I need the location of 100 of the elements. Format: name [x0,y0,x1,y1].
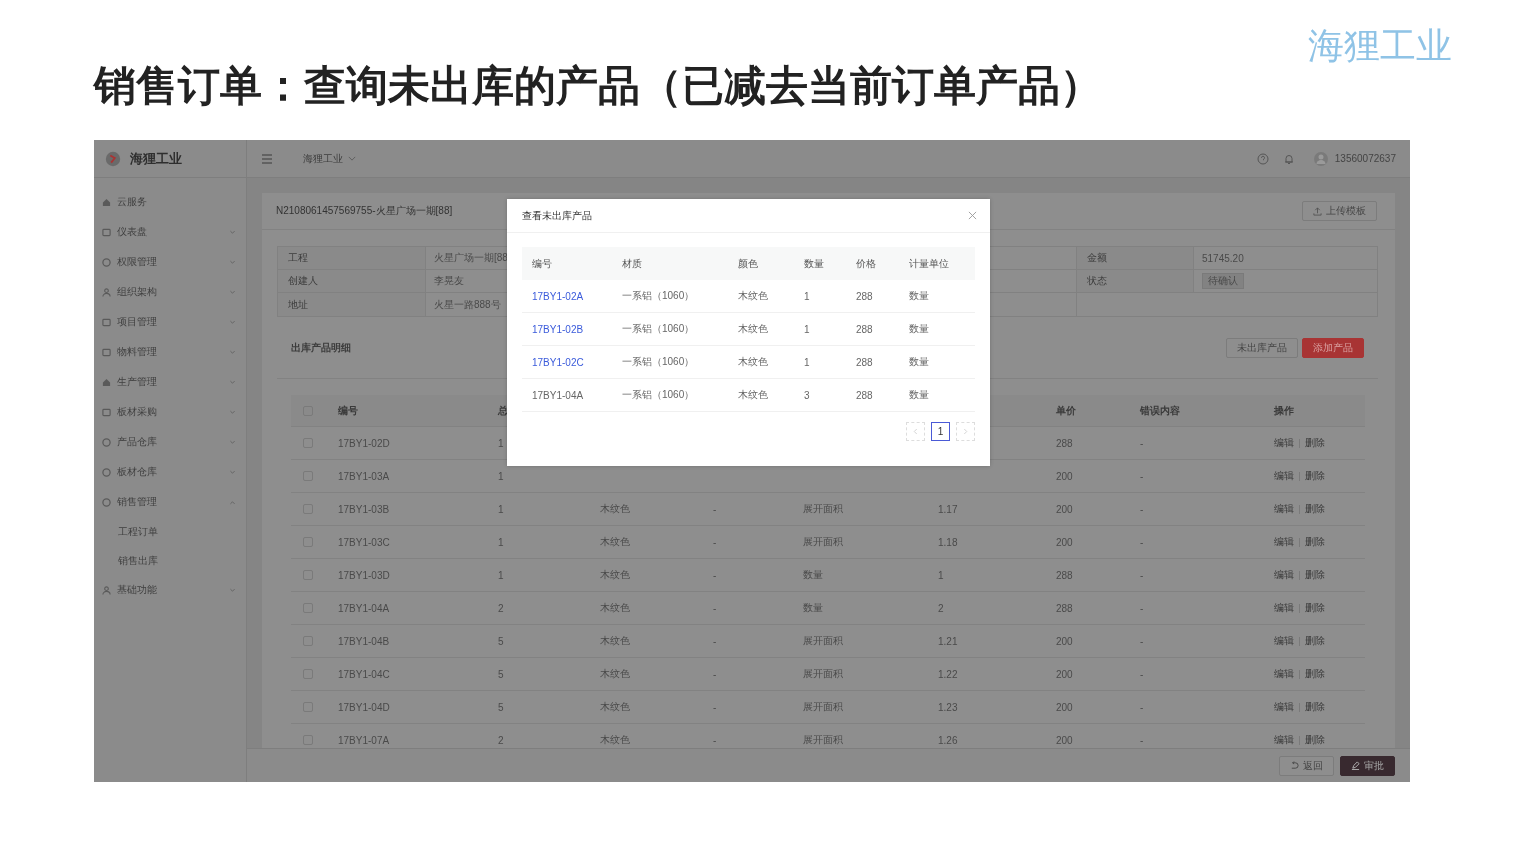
bell-icon[interactable] [1282,152,1295,165]
sidebar-item[interactable]: 云服务 [94,187,246,217]
table-cell: 200 [1056,635,1073,647]
table-cell: - [1140,569,1144,581]
sidebar-item[interactable]: 生产管理 [94,367,246,397]
product-code-link[interactable]: 17BY1-02C [532,356,584,368]
user-phone[interactable]: 13560072637 [1334,153,1396,164]
sidebar-item[interactable]: 组织架构 [94,277,246,307]
sidebar-item[interactable]: 基础功能 [94,575,246,605]
sidebar-item[interactable]: 板材仓库 [94,457,246,487]
back-button[interactable]: 返回 [1279,755,1334,776]
menu-icon[interactable] [261,153,273,164]
edit-link[interactable]: 编辑 [1274,502,1294,516]
table-cell: 200 [1056,470,1073,482]
product-code-link[interactable]: 17BY1-02B [532,323,584,335]
table-cell: - [1140,668,1144,680]
sidebar-item[interactable]: 板材采购 [94,397,246,427]
edit-link[interactable]: 编辑 [1274,634,1294,648]
sidebar-item[interactable]: 项目管理 [94,307,246,337]
chevron-down-icon [229,349,236,355]
table-cell: 2 [498,734,504,746]
delete-link[interactable]: 删除 [1305,634,1325,648]
table-cell: 17BY1-03D [338,569,390,581]
edit-link[interactable]: 编辑 [1274,667,1294,681]
help-icon[interactable] [1256,152,1269,165]
table-cell: 木纹色 [600,535,630,549]
product-code-link[interactable]: 17BY1-02A [532,290,584,302]
info-label: 创建人 [288,274,318,288]
table-cell: 1.26 [938,734,958,746]
edit-link[interactable]: 编辑 [1274,469,1294,483]
sidebar-item[interactable]: 产品仓库 [94,427,246,457]
edit-link[interactable]: 编辑 [1274,436,1294,450]
sidebar-item[interactable]: 物料管理 [94,337,246,367]
brand-logo-text: 海狸工业 [1308,24,1452,68]
delete-link[interactable]: 删除 [1305,535,1325,549]
table-cell: - [1140,437,1144,449]
column-header: 材质 [622,256,642,271]
table-cell: - [713,602,717,614]
unshipped-products-button[interactable]: 未出库产品 [1226,337,1298,358]
edit-link[interactable]: 编辑 [1274,535,1294,549]
table-cell: 展开面积 [803,667,843,681]
table-cell: 展开面积 [803,535,843,549]
approve-button[interactable]: 审批 [1340,755,1395,776]
delete-link[interactable]: 删除 [1305,601,1325,615]
delete-link[interactable]: 删除 [1305,667,1325,681]
page-button[interactable]: 1 [931,422,950,441]
table-cell: 1.22 [938,668,958,680]
table-cell: 木纹色 [738,322,768,336]
table-cell: 1.17 [938,503,958,515]
delete-link[interactable]: 删除 [1305,469,1325,483]
edit-link[interactable]: 编辑 [1274,568,1294,582]
sidebar-item[interactable]: 销售管理 [94,487,246,517]
table-cell: - [713,569,717,581]
delete-link[interactable]: 删除 [1305,733,1325,747]
next-page-button[interactable] [956,422,975,441]
table-cell: 288 [1056,569,1073,581]
table-cell: - [1140,734,1144,746]
person-icon [102,287,111,297]
table-cell: 木纹色 [738,289,768,303]
table-cell: 木纹色 [600,733,630,747]
table-cell: 1.21 [938,635,958,647]
table-cell: 1 [498,437,504,449]
table-cell: 一系铝（1060） [622,388,695,402]
delete-link[interactable]: 删除 [1305,568,1325,582]
edit-link[interactable]: 编辑 [1274,733,1294,747]
table-cell: 1 [498,536,504,548]
delete-link[interactable]: 删除 [1305,502,1325,516]
logo-icon [104,149,122,168]
close-icon[interactable] [968,211,977,220]
delete-link[interactable]: 删除 [1305,700,1325,714]
pencil-icon [1351,761,1360,770]
chevron-down-icon [229,439,236,445]
edit-link[interactable]: 编辑 [1274,601,1294,615]
table-cell: - [1140,635,1144,647]
sidebar-subitem[interactable]: 工程订单 [94,517,246,546]
add-product-button[interactable]: 添加产品 [1302,337,1364,358]
chevron-left-icon [913,428,918,435]
table-cell: 1 [498,470,504,482]
previous-page-button[interactable] [906,422,925,441]
table-cell: 17BY1-04A [338,602,390,614]
circle-icon [102,257,111,267]
sidebar-item[interactable]: 权限管理 [94,247,246,277]
table-cell: 200 [1056,536,1073,548]
chevron-right-icon [963,428,968,435]
table-cell: 200 [1056,503,1073,515]
table-cell: 数量 [909,355,929,369]
sidebar-subitem[interactable]: 销售出库 [94,546,246,575]
org-dropdown[interactable]: 海狸工业 [303,151,356,166]
chevron-down-icon [229,229,236,235]
column-header: 总 [498,403,508,418]
circle-icon [102,437,111,447]
edit-link[interactable]: 编辑 [1274,700,1294,714]
table-cell: 288 [856,389,873,401]
column-header: 编号 [532,256,552,271]
avatar-icon[interactable] [1312,150,1329,167]
sidebar-item[interactable]: 仪表盘 [94,217,246,247]
delete-link[interactable]: 删除 [1305,436,1325,450]
table-cell: 288 [856,290,873,302]
table-cell: 1 [938,569,944,581]
modal-title: 查看未出库产品 [522,208,592,223]
